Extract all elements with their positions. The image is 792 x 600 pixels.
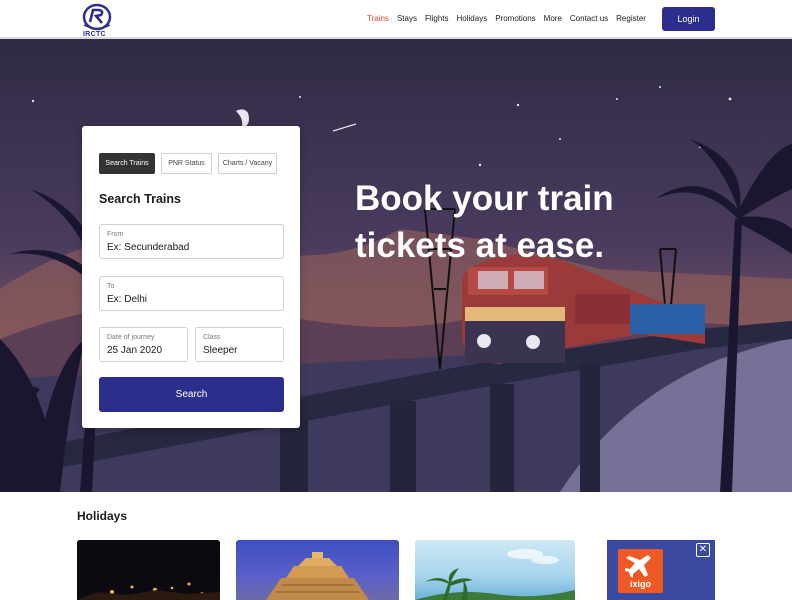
class-label: Class <box>203 334 221 341</box>
date-value[interactable]: 25 Jan 2020 <box>107 345 180 356</box>
class-field[interactable]: Class Sleeper <box>195 327 284 362</box>
from-label: From <box>107 231 124 238</box>
logo-text: IRCTC <box>83 31 106 38</box>
top-header: IRCTC Trains Stays Flights Holidays Prom… <box>0 0 792 39</box>
plane-icon <box>625 555 651 578</box>
holiday-card-1[interactable] <box>77 540 220 600</box>
tab-charts-vacancy[interactable]: Charts / Vacany <box>218 153 277 174</box>
search-button[interactable]: Search <box>99 377 284 412</box>
close-icon[interactable]: ✕ <box>696 543 710 557</box>
tab-search-trains[interactable]: Search Trains <box>99 153 155 174</box>
tab-pnr-status[interactable]: PNR Status <box>161 153 212 174</box>
nav-register[interactable]: Register <box>616 14 646 23</box>
from-field[interactable]: From Ex: Secunderabad <box>99 224 284 259</box>
holidays-section-title: Holidays <box>77 509 128 523</box>
hero-title-line-2: tickets at ease. <box>355 226 605 265</box>
nav-promotions[interactable]: Promotions <box>495 14 535 23</box>
search-card: Search Trains PNR Status Charts / Vacany… <box>82 126 300 428</box>
holiday-card-2[interactable] <box>236 540 399 600</box>
search-card-title: Search Trains <box>99 192 181 206</box>
ixigo-brand-label: ixigo <box>629 579 651 589</box>
class-value[interactable]: Sleeper <box>203 345 276 356</box>
main-nav: Trains Stays Flights Holidays Promotions… <box>367 14 654 23</box>
holiday-image-temple <box>266 552 369 600</box>
nav-trains[interactable]: Trains <box>367 14 389 23</box>
login-button[interactable]: Login <box>662 7 715 31</box>
hero-banner: Book your train tickets at ease. Search … <box>0 39 792 492</box>
holiday-image-night-lights <box>77 540 220 600</box>
nav-stays[interactable]: Stays <box>397 14 417 23</box>
to-label: To <box>107 283 115 290</box>
hero-title-line-1: Book your train <box>355 179 614 218</box>
to-field[interactable]: To Ex: Delhi <box>99 276 284 311</box>
holiday-card-3[interactable] <box>415 540 575 600</box>
hero-title: Book your train tickets at ease. <box>355 175 675 269</box>
from-value[interactable]: Ex: Secunderabad <box>107 242 276 253</box>
ixigo-advertisement[interactable]: ixigo ✕ <box>607 540 715 600</box>
nav-flights[interactable]: Flights <box>425 14 449 23</box>
search-tabs: Search Trains PNR Status Charts / Vacany <box>99 153 277 174</box>
holiday-image-palms <box>415 549 575 600</box>
date-label: Date of journey <box>107 334 155 341</box>
to-value[interactable]: Ex: Delhi <box>107 294 276 305</box>
date-of-journey-field[interactable]: Date of journey 25 Jan 2020 <box>99 327 188 362</box>
nav-more[interactable]: More <box>544 14 562 23</box>
nav-holidays[interactable]: Holidays <box>457 14 488 23</box>
nav-contact-us[interactable]: Contact us <box>570 14 608 23</box>
